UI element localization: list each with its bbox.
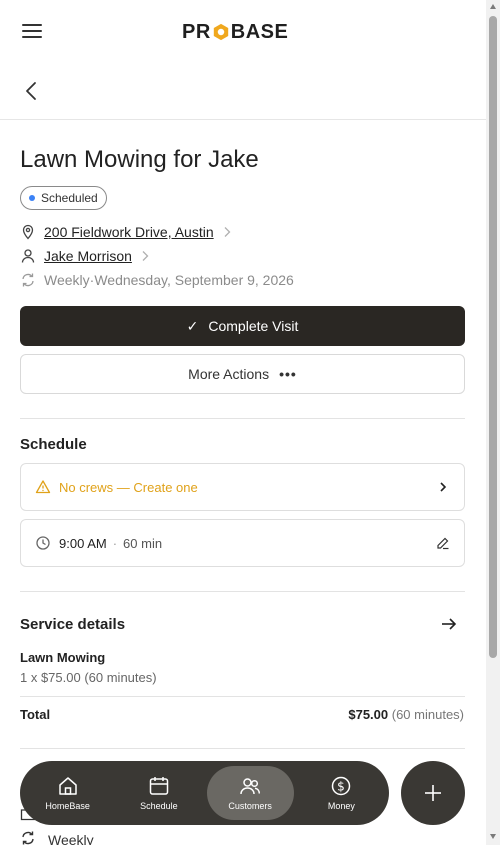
nav-label-schedule: Schedule: [140, 801, 178, 811]
divider: [20, 696, 465, 697]
chevron-right-icon: [440, 482, 447, 492]
total-note: (60 minutes): [391, 707, 464, 722]
nav-item-customers[interactable]: Customers: [206, 766, 294, 820]
more-actions-label: More Actions: [188, 366, 270, 382]
schedule-title: Schedule: [20, 436, 87, 453]
page-title: Lawn Mowing for Jake: [20, 146, 259, 173]
arrow-right-icon[interactable]: [440, 615, 458, 633]
dollar-circle-icon: $: [332, 776, 351, 796]
plus-icon: [425, 785, 441, 801]
divider: [20, 418, 465, 419]
clock-icon: [36, 536, 50, 550]
check-icon: ✓: [186, 317, 199, 334]
time-card[interactable]: 9:00 AM · 60 min: [20, 519, 465, 567]
visit-time: 9:00 AM: [59, 535, 107, 551]
back-row: [0, 62, 486, 120]
person-icon: [21, 249, 35, 263]
logo-hex-icon: [213, 23, 228, 41]
svg-text:$: $: [338, 780, 346, 794]
total-amount: $75.00: [348, 707, 389, 722]
calendar-icon: [149, 777, 169, 795]
top-bar: PR BASE: [0, 0, 486, 62]
repeat-icon: [22, 273, 34, 287]
chevron-right-icon[interactable]: [222, 226, 232, 238]
users-icon: [240, 778, 261, 795]
location-pin-icon: [22, 224, 34, 240]
divider: [20, 748, 465, 749]
back-chevron-icon[interactable]: [22, 80, 42, 102]
total-value: $75.00 (60 minutes): [348, 707, 464, 722]
visit-duration: 60 min: [123, 535, 163, 551]
customer-row: Jake Morrison: [20, 246, 150, 266]
status-badge: Scheduled: [20, 186, 107, 210]
scroll-down-arrow-icon[interactable]: [490, 834, 496, 839]
more-dots-icon: •••: [279, 366, 297, 382]
repeat-icon: [22, 831, 34, 845]
service-item-name: Lawn Mowing: [20, 650, 106, 665]
status-dot-icon: [29, 195, 35, 201]
service-item-line: 1 x $75.00 (60 minutes): [20, 670, 157, 685]
divider: [20, 591, 465, 592]
add-button[interactable]: [401, 761, 465, 825]
address-link[interactable]: 200 Fieldwork Drive, Austin: [44, 224, 214, 240]
customer-link[interactable]: Jake Morrison: [44, 248, 132, 264]
address-row: 200 Fieldwork Drive, Austin: [20, 222, 232, 242]
nav-item-schedule[interactable]: Schedule: [115, 766, 202, 820]
app-screen: PR BASE Lawn Mowing for Jake Scheduled 2…: [0, 0, 486, 845]
bottom-nav: HomeBase Schedule Customers $ Money: [20, 761, 389, 825]
service-details-title: Service details: [20, 616, 126, 633]
more-actions-button[interactable]: More Actions •••: [20, 354, 465, 394]
complete-visit-button[interactable]: ✓ Complete Visit: [20, 306, 465, 346]
menu-icon[interactable]: [22, 24, 42, 40]
crew-warning-text: No crews — Create one: [59, 479, 198, 495]
scroll-thumb[interactable]: [489, 16, 497, 658]
home-icon: [58, 777, 77, 795]
create-crew-card[interactable]: No crews — Create one: [20, 463, 465, 511]
edit-icon[interactable]: [436, 536, 450, 550]
visit-date: Wednesday, September 9, 2026: [94, 272, 294, 288]
recurrence-row: Weekly · Wednesday, September 9, 2026: [20, 270, 294, 290]
recurrence-peek-text: Weekly: [48, 832, 94, 845]
page-scrollbar[interactable]: [486, 0, 500, 845]
status-label: Scheduled: [41, 191, 98, 205]
probase-logo: PR BASE: [182, 20, 288, 44]
nav-label-homebase: HomeBase: [45, 801, 90, 811]
scroll-up-arrow-icon[interactable]: [490, 4, 496, 9]
nav-label-money: Money: [327, 801, 355, 811]
chevron-right-icon[interactable]: [140, 250, 150, 262]
warning-icon: [35, 480, 51, 494]
total-label: Total: [20, 707, 51, 722]
recurrence-text: Weekly: [44, 272, 90, 288]
nav-item-homebase[interactable]: HomeBase: [24, 766, 111, 820]
logo-text-left: PR: [182, 20, 211, 43]
time-separator: ·: [112, 535, 118, 551]
logo-text-right: BASE: [230, 20, 289, 43]
complete-visit-label: Complete Visit: [208, 318, 299, 334]
nav-item-money[interactable]: $ Money: [298, 766, 385, 820]
nav-label-customers: Customers: [228, 801, 272, 811]
